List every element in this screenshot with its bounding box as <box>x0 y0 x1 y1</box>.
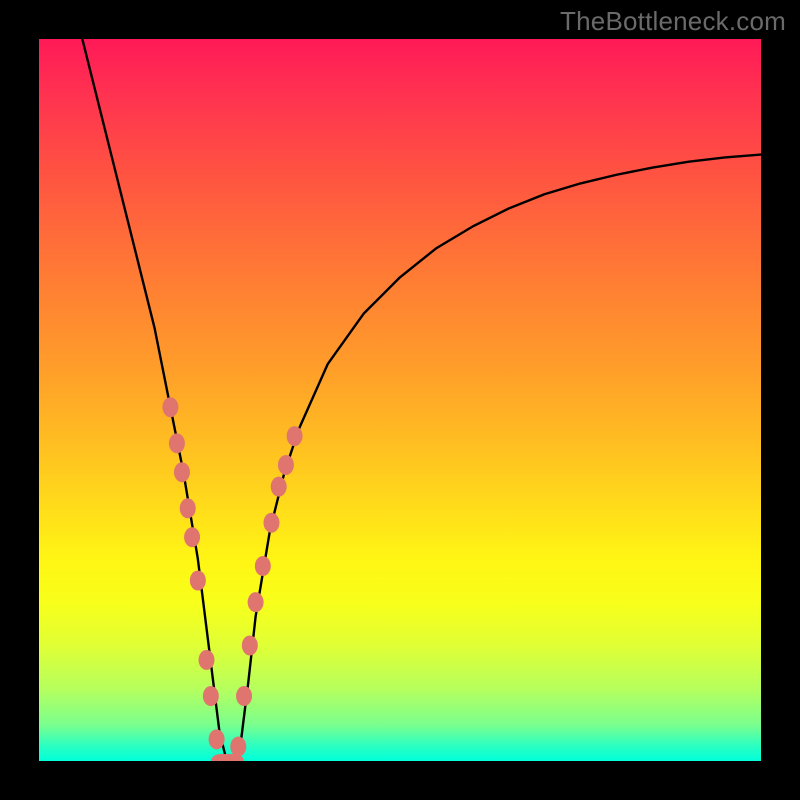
left-markers-point <box>162 397 178 417</box>
right-markers-point <box>230 737 246 757</box>
left-markers-point <box>209 729 225 749</box>
bottleneck-curve <box>82 39 761 761</box>
left-markers-point <box>190 571 206 591</box>
right-markers-point <box>236 686 252 706</box>
left-markers-point <box>169 433 185 453</box>
left-markers-point <box>184 527 200 547</box>
right-markers-point <box>287 426 303 446</box>
chart-container: TheBottleneck.com <box>0 0 800 800</box>
right-markers-point <box>278 455 294 475</box>
watermark-label: TheBottleneck.com <box>560 6 786 37</box>
chart-svg <box>39 39 761 761</box>
left-markers-point <box>174 462 190 482</box>
right-markers-point <box>242 635 258 655</box>
left-markers-point <box>203 686 219 706</box>
left-markers-point <box>180 498 196 518</box>
right-markers-point <box>248 592 264 612</box>
left-markers-point <box>199 650 215 670</box>
right-markers-point <box>263 513 279 533</box>
right-markers-point <box>255 556 271 576</box>
plot-background <box>39 39 761 761</box>
right-markers-point <box>271 477 287 497</box>
